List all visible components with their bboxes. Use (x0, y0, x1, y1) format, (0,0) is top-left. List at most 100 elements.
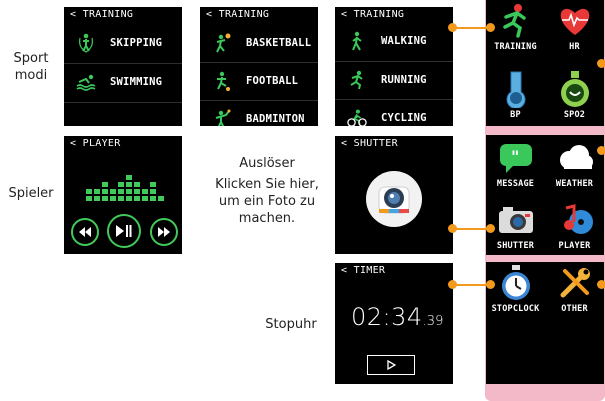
caption-player: Spieler (0, 185, 62, 202)
list-item-running[interactable]: RUNNING (335, 62, 453, 98)
list-item-cycling[interactable]: CYCLING (335, 100, 453, 126)
fast-forward-button[interactable] (150, 218, 178, 246)
app-shutter[interactable]: SHUTTER (486, 201, 545, 251)
eq-bar (118, 189, 124, 194)
caption-sport-modes: Sport modi (0, 50, 62, 84)
training-back-header[interactable]: < TRAINING (70, 9, 133, 20)
rewind-button[interactable] (71, 218, 99, 246)
connector-dot (448, 224, 457, 233)
svg-text:": " (511, 147, 519, 166)
music-icon (555, 201, 595, 239)
app-hr[interactable]: HR (545, 2, 604, 52)
list-item-walking[interactable]: WALKING (335, 23, 453, 59)
list-item-basketball[interactable]: BASKETBALL (200, 25, 318, 61)
eq-bar (102, 182, 108, 187)
training-back-header[interactable]: < TRAINING (341, 9, 404, 20)
timer-start-button[interactable] (367, 355, 415, 375)
heart-rate-icon (555, 2, 595, 40)
app-spo2[interactable]: SPO2 (545, 70, 604, 120)
list-item-swimming[interactable]: SWIMMING (64, 64, 182, 100)
player-back-header[interactable]: < PLAYER (70, 138, 121, 149)
tools-icon (555, 264, 595, 302)
basketball-icon (212, 33, 232, 53)
caption-shutter-line2: Klicken Sie hier, (215, 177, 319, 192)
list-item-label: CYCLING (381, 112, 427, 124)
app-label: MESSAGE (496, 179, 535, 189)
connector-dot (486, 280, 495, 289)
caption-shutter-line1: Auslöser (239, 156, 295, 171)
timer-main: 02:34 (351, 303, 423, 331)
list-item-label: BADMINTON (246, 113, 305, 125)
play-icon (386, 360, 396, 370)
training-screen-1: < TRAINING SKIPPING SWIMMING (64, 7, 182, 126)
timer-back-header[interactable]: < TIMER (341, 265, 385, 276)
app-label: SPO2 (563, 110, 586, 120)
skipping-icon (76, 33, 96, 53)
shutter-screen: < SHUTTER (335, 136, 453, 254)
training-back-header[interactable]: < TRAINING (206, 9, 269, 20)
cloud-icon (555, 139, 595, 177)
app-menu-page-3: STOPCLOCK OTHER (486, 262, 604, 384)
eq-bar (110, 189, 116, 194)
play-pause-icon (116, 225, 132, 237)
caption-stopwatch: Stopuhr (246, 316, 336, 333)
app-label: PLAYER (558, 241, 591, 251)
eq-bar (150, 182, 156, 187)
app-player[interactable]: PLAYER (545, 201, 604, 251)
connector-dot (486, 23, 495, 32)
app-label: HR (569, 42, 580, 52)
app-message[interactable]: " MESSAGE (486, 139, 545, 189)
eq-bar (126, 189, 132, 194)
app-label: STOPCLOCK (491, 304, 540, 314)
equalizer-visual (86, 162, 166, 206)
swimming-icon (76, 72, 96, 92)
timer-display: 02:34.39 (351, 303, 443, 331)
app-other[interactable]: OTHER (545, 264, 604, 314)
list-item-football[interactable]: FOOTBALL (200, 63, 318, 99)
caption-sport-modes-line2: modi (14, 68, 48, 83)
eq-bar (142, 189, 148, 194)
eq-bar (102, 196, 108, 201)
eq-bar (118, 182, 124, 187)
app-menu-page-2: " MESSAGE WEATHER SHUTTER PLAYER (486, 135, 604, 255)
rewind-icon (79, 227, 91, 237)
connector-dot (597, 59, 605, 68)
caption-stopwatch-text: Stopuhr (265, 317, 317, 332)
app-label: SHUTTER (496, 241, 535, 251)
caption-shutter-line3: um ein Foto zu (218, 194, 316, 209)
eq-bar (110, 196, 116, 201)
eq-bar (126, 196, 132, 201)
eq-bar (86, 189, 92, 194)
message-icon: " (496, 139, 536, 177)
eq-bar (158, 196, 164, 201)
list-item-label: SKIPPING (110, 37, 163, 49)
play-pause-button[interactable] (107, 214, 141, 248)
eq-bar (102, 189, 108, 194)
list-item-badminton[interactable]: BADMINTON (200, 101, 318, 126)
connector-dot (448, 23, 457, 32)
divider (64, 102, 182, 103)
camera-icon (496, 201, 536, 239)
caption-player-text: Spieler (8, 186, 54, 201)
eq-bar (94, 196, 100, 201)
list-item-label: BASKETBALL (246, 37, 312, 49)
app-weather[interactable]: WEATHER (545, 139, 604, 189)
app-bp[interactable]: BP (486, 70, 545, 120)
shutter-back-header[interactable]: < SHUTTER (341, 138, 398, 149)
eq-bar (86, 196, 92, 201)
running-icon (347, 70, 367, 90)
list-item-label: WALKING (381, 35, 427, 47)
app-stopclock[interactable]: STOPCLOCK (483, 264, 548, 314)
app-label: TRAINING (494, 42, 537, 52)
football-icon (212, 71, 232, 91)
caption-sport-modes-line1: Sport (13, 51, 49, 66)
badminton-icon (212, 109, 232, 126)
camera-icon[interactable] (365, 170, 423, 232)
player-screen: < PLAYER (64, 136, 182, 254)
list-item-label: FOOTBALL (246, 75, 299, 87)
timer-fraction: .39 (422, 314, 444, 329)
training-screen-3: < TRAINING WALKING RUNNING CYCLING (335, 7, 453, 126)
eq-bar (142, 196, 148, 201)
eq-bar (126, 182, 132, 187)
list-item-skipping[interactable]: SKIPPING (64, 25, 182, 61)
